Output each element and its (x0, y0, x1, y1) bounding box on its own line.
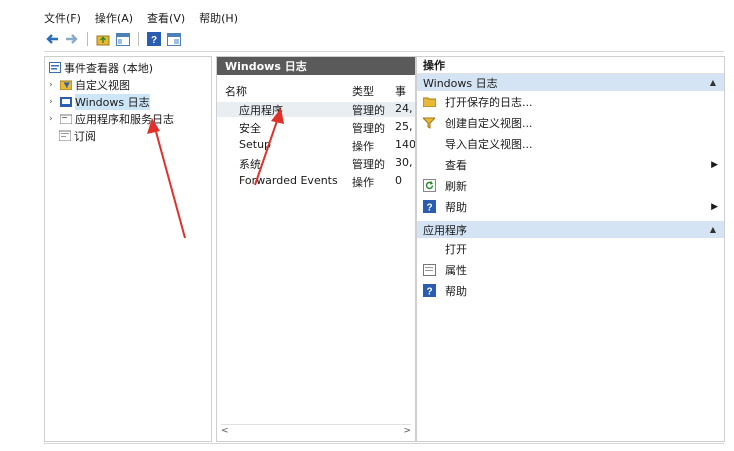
annotation-arrow-left (147, 118, 186, 239)
annotation-arrows (147, 108, 284, 239)
annotation-arrow-middle (254, 108, 284, 186)
